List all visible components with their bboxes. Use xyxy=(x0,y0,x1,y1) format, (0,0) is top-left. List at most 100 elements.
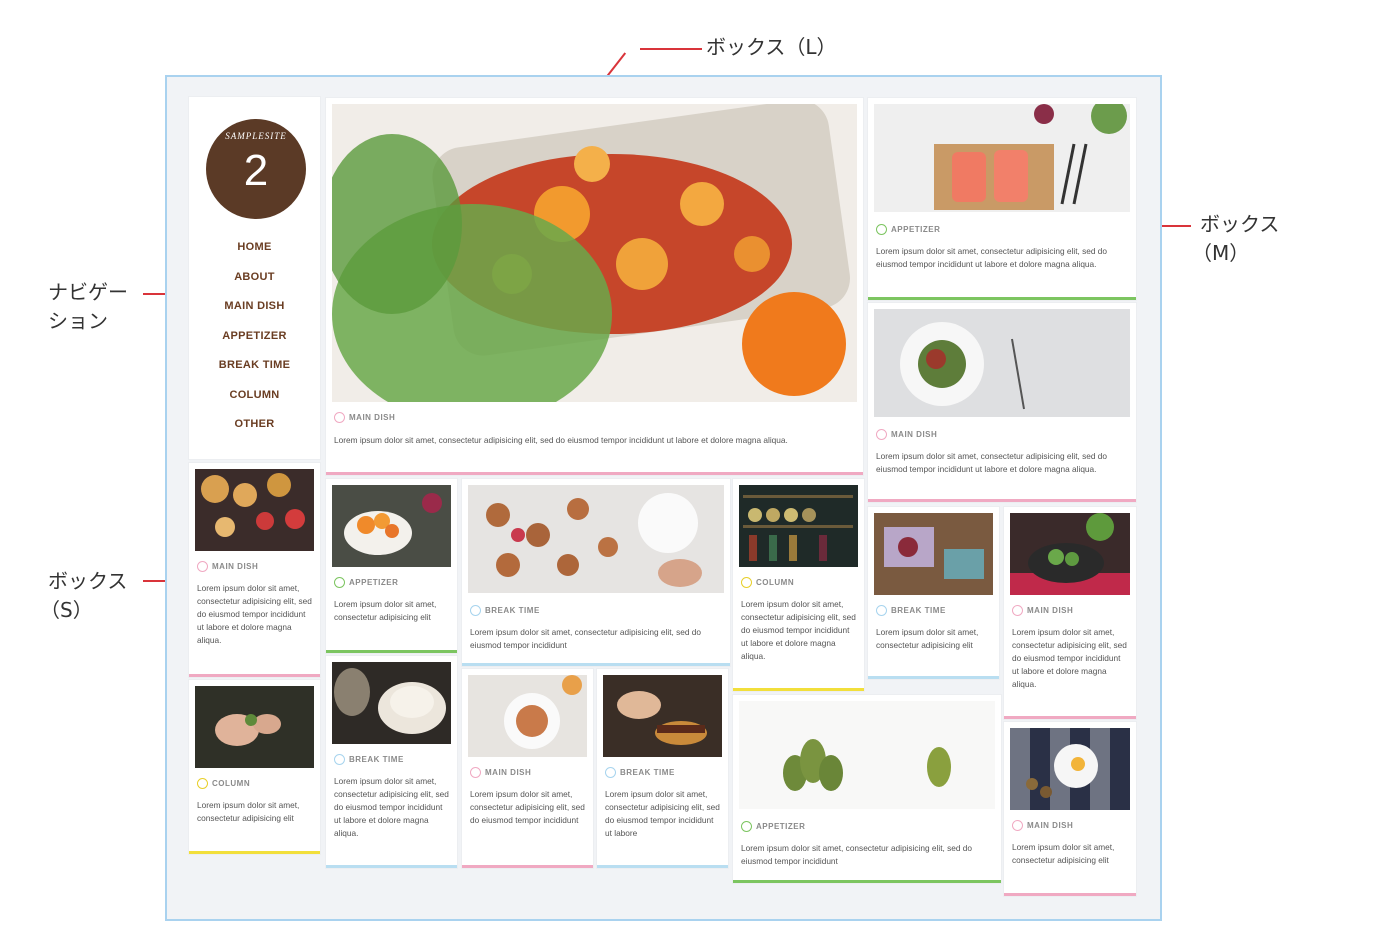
category-dot-icon xyxy=(741,821,752,832)
category-text: APPETIZER xyxy=(756,822,806,831)
card-breaktime-cup[interactable]: BREAK TIME Lorem ipsum dolor sit amet, c… xyxy=(326,656,457,868)
category-label[interactable]: MAIN DISH xyxy=(1012,820,1073,831)
card-maindish-plate[interactable]: MAIN DISH Lorem ipsum dolor sit amet, co… xyxy=(462,669,593,868)
card-text: Lorem ipsum dolor sit amet, consectetur … xyxy=(334,599,437,622)
category-label[interactable]: BREAK TIME xyxy=(334,754,404,765)
salad-plate-image xyxy=(874,309,1130,417)
fruit-bowl-image xyxy=(332,485,451,567)
card-small-maindish[interactable]: MAIN DISH Lorem ipsum dolor sit amet, co… xyxy=(189,463,320,677)
category-label[interactable]: MAIN DISH xyxy=(876,429,937,440)
nav-item-appetizer[interactable]: APPETIZER xyxy=(189,330,320,342)
category-label[interactable]: APPETIZER xyxy=(741,821,805,832)
annotation-box-m-line1: ボックス xyxy=(1200,212,1280,236)
card-column-tall[interactable]: COLUMN Lorem ipsum dolor sit amet, conse… xyxy=(733,479,864,691)
category-text: MAIN DISH xyxy=(1027,606,1074,615)
category-label[interactable]: MAIN DISH xyxy=(1012,605,1073,616)
card-breaktime-burger[interactable]: BREAK TIME Lorem ipsum dolor sit amet, c… xyxy=(597,669,728,868)
category-label[interactable]: BREAK TIME xyxy=(605,767,675,778)
category-label[interactable]: MAIN DISH xyxy=(334,412,395,423)
card-text: Lorem ipsum dolor sit amet, consectetur … xyxy=(741,599,856,661)
card-image xyxy=(1010,513,1130,595)
category-text: APPETIZER xyxy=(349,578,399,587)
site-logo[interactable]: SAMPLESITE 2 xyxy=(206,119,306,219)
category-dot-icon xyxy=(876,224,887,235)
card-text: Lorem ipsum dolor sit amet, consectetur … xyxy=(470,789,585,825)
card-image xyxy=(468,485,724,593)
annotation-box-l: ボックス（L） xyxy=(706,35,837,59)
wok-image xyxy=(1010,513,1130,595)
category-text: COLUMN xyxy=(212,779,251,788)
card-text: Lorem ipsum dolor sit amet, consectetur … xyxy=(876,627,979,650)
category-dot-icon xyxy=(876,429,887,440)
category-label[interactable]: BREAK TIME xyxy=(470,605,540,616)
hands-herbs-image xyxy=(195,686,314,768)
card-text: Lorem ipsum dolor sit amet, consectetur … xyxy=(197,800,300,823)
card-image xyxy=(1010,728,1130,810)
card-appetizer-pears[interactable]: APPETIZER Lorem ipsum dolor sit amet, co… xyxy=(733,695,1001,883)
card-text: Lorem ipsum dolor sit amet, consectetur … xyxy=(1012,627,1127,689)
card-text: Lorem ipsum dolor sit amet, consectetur … xyxy=(197,583,312,645)
card-maindish-egg[interactable]: MAIN DISH Lorem ipsum dolor sit amet, co… xyxy=(1004,722,1136,896)
category-text: BREAK TIME xyxy=(485,606,540,615)
category-label[interactable]: APPETIZER xyxy=(876,224,940,235)
card-image xyxy=(603,675,722,757)
category-label[interactable]: MAIN DISH xyxy=(197,561,258,572)
plate-image xyxy=(468,675,587,757)
annotation-line xyxy=(640,48,702,50)
card-text: Lorem ipsum dolor sit amet, consectetur … xyxy=(605,789,720,838)
card-image xyxy=(874,309,1130,417)
egg-plate-image xyxy=(1010,728,1130,810)
card-text: Lorem ipsum dolor sit amet, consectetur … xyxy=(334,435,788,445)
card-image xyxy=(195,469,314,551)
nav-item-home[interactable]: HOME xyxy=(189,241,320,253)
category-label[interactable]: MAIN DISH xyxy=(470,767,531,778)
nav-item-other[interactable]: OTHER xyxy=(189,418,320,430)
card-image xyxy=(739,701,995,809)
card-image xyxy=(332,662,451,744)
category-text: BREAK TIME xyxy=(891,606,946,615)
annotation-box-m-line2: （M） xyxy=(1192,241,1250,265)
card-text: Lorem ipsum dolor sit amet, consectetur … xyxy=(470,627,702,650)
card-image xyxy=(195,686,314,768)
card-text: Lorem ipsum dolor sit amet, consectetur … xyxy=(1012,842,1115,865)
category-text: APPETIZER xyxy=(891,225,941,234)
annotation-box-s-line1: ボックス xyxy=(48,569,128,593)
logo-number: 2 xyxy=(243,146,269,195)
category-label[interactable]: COLUMN xyxy=(197,778,250,789)
category-text: MAIN DISH xyxy=(485,768,532,777)
card-medium-maindish[interactable]: MAIN DISH Lorem ipsum dolor sit amet, co… xyxy=(868,303,1136,502)
card-breaktime-right[interactable]: BREAK TIME Lorem ipsum dolor sit amet, c… xyxy=(868,507,999,679)
card-medium-appetizer[interactable]: APPETIZER Lorem ipsum dolor sit amet, co… xyxy=(868,98,1136,300)
category-dot-icon xyxy=(334,412,345,423)
pears-image xyxy=(739,701,995,809)
card-text: Lorem ipsum dolor sit amet, consectetur … xyxy=(876,246,1108,269)
category-text: BREAK TIME xyxy=(349,755,404,764)
card-small-column[interactable]: COLUMN Lorem ipsum dolor sit amet, conse… xyxy=(189,680,320,854)
logo-text: SAMPLESITE xyxy=(225,131,287,141)
shop-shelf-image xyxy=(739,485,858,567)
card-image xyxy=(874,513,993,595)
burger-image xyxy=(603,675,722,757)
picnic-image xyxy=(874,513,993,595)
nav-item-about[interactable]: ABOUT xyxy=(189,271,320,283)
card-image xyxy=(739,485,858,567)
category-dot-icon xyxy=(334,754,345,765)
pastry-image xyxy=(195,469,314,551)
category-dot-icon xyxy=(470,605,481,616)
card-large[interactable]: MAIN DISH Lorem ipsum dolor sit amet, co… xyxy=(326,98,863,475)
nav-item-break-time[interactable]: BREAK TIME xyxy=(189,359,320,371)
nav-item-column[interactable]: COLUMN xyxy=(189,389,320,401)
card-breaktime-wide[interactable]: BREAK TIME Lorem ipsum dolor sit amet, c… xyxy=(462,479,730,666)
category-label[interactable]: APPETIZER xyxy=(334,577,398,588)
annotation-box-s-line2: （S） xyxy=(40,598,93,622)
category-text: MAIN DISH xyxy=(891,430,938,439)
category-dot-icon xyxy=(605,767,616,778)
nav-item-main-dish[interactable]: MAIN DISH xyxy=(189,300,320,312)
category-text: MAIN DISH xyxy=(212,562,259,571)
category-label[interactable]: COLUMN xyxy=(741,577,794,588)
card-small-appetizer[interactable]: APPETIZER Lorem ipsum dolor sit amet, co… xyxy=(326,479,457,653)
card-image xyxy=(874,104,1130,212)
card-maindish-right[interactable]: MAIN DISH Lorem ipsum dolor sit amet, co… xyxy=(1004,507,1136,719)
category-label[interactable]: BREAK TIME xyxy=(876,605,946,616)
card-text: Lorem ipsum dolor sit amet, consectetur … xyxy=(334,776,449,838)
